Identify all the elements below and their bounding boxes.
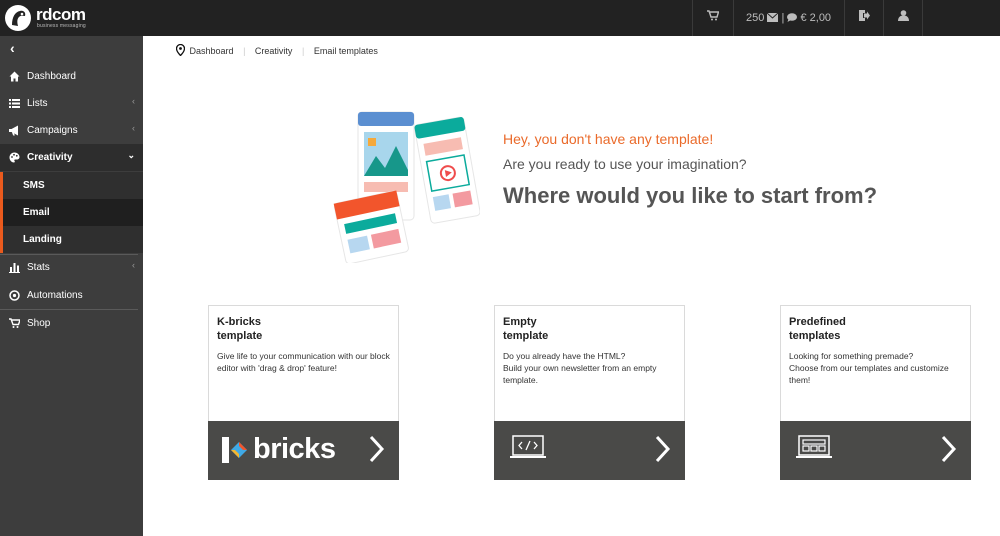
sidebar-item-campaigns[interactable]: Campaigns ‹ xyxy=(0,117,143,144)
sidebar: ‹ Dashboard Lists ‹ Campaigns ‹ Creativi… xyxy=(0,36,143,536)
topbar-divider xyxy=(883,0,884,36)
palette-icon xyxy=(9,152,20,163)
card-description-line: Build your own newsletter from an empty … xyxy=(503,363,657,385)
kbricks-card-footer[interactable]: bricks xyxy=(208,421,399,480)
card-description-line: Looking for something premade? xyxy=(789,351,914,361)
sidebar-item-label: Creativity xyxy=(27,152,73,163)
card-description: Looking for something premade? Choose fr… xyxy=(789,350,967,386)
chevron-right-icon xyxy=(655,435,671,463)
app-logo[interactable]: rdcom business messaging xyxy=(4,3,94,33)
chevron-left-icon: ‹ xyxy=(132,96,135,106)
sidebar-subitem-label: Landing xyxy=(23,234,62,245)
chevron-right-icon xyxy=(369,435,385,463)
sidebar-item-label: Shop xyxy=(27,318,51,329)
kbricks-logo-icon xyxy=(222,437,247,463)
chevron-left-icon: ‹ xyxy=(10,40,15,56)
logout-icon[interactable] xyxy=(859,10,870,24)
card-title-line: K-bricks xyxy=(217,316,262,328)
bar-chart-icon xyxy=(9,263,20,273)
sidebar-item-automations[interactable]: Automations xyxy=(0,282,143,309)
sidebar-item-stats[interactable]: Stats ‹ xyxy=(0,254,143,281)
topbar-divider xyxy=(922,0,923,36)
breadcrumb: Dashboard | Creativity | Email templates xyxy=(176,44,378,56)
envelope-icon xyxy=(767,12,779,22)
breadcrumb-dashboard[interactable]: Dashboard xyxy=(190,46,234,56)
sidebar-subitem-sms[interactable]: SMS xyxy=(0,172,143,199)
card-title: Predefined templates xyxy=(789,315,959,343)
cart-icon[interactable] xyxy=(707,10,720,24)
sidebar-subitem-label: SMS xyxy=(23,180,45,191)
card-description: Do you already have the HTML? Build your… xyxy=(503,350,681,386)
automation-icon xyxy=(9,290,20,301)
map-pin-icon xyxy=(176,44,185,56)
predefined-card-footer[interactable] xyxy=(780,421,971,480)
breadcrumb-email-templates: Email templates xyxy=(313,46,378,56)
predefined-templates-card[interactable]: Predefined templates Looking for somethi… xyxy=(780,305,971,480)
empty-card-footer[interactable] xyxy=(494,421,685,480)
sidebar-subitem-email[interactable]: Email xyxy=(0,199,143,226)
chevron-down-icon: ⌄ xyxy=(127,150,135,160)
card-title: K-bricks template xyxy=(217,315,387,343)
balance-value: € 2,00 xyxy=(800,12,832,24)
code-laptop-icon xyxy=(510,435,546,458)
layout-laptop-icon xyxy=(796,435,832,458)
sidebar-subitem-label: Email xyxy=(23,207,50,218)
breadcrumb-creativity[interactable]: Creativity xyxy=(255,46,293,56)
card-title-line: Predefined xyxy=(789,316,846,328)
hero-headline: Hey, you don't have any template! xyxy=(503,131,714,147)
cart-icon xyxy=(9,318,20,328)
list-icon xyxy=(9,99,20,108)
credits-divider: | xyxy=(781,12,785,24)
empty-template-card[interactable]: Empty template Do you already have the H… xyxy=(494,305,685,480)
chevron-right-icon xyxy=(941,435,957,463)
chat-bubble-icon xyxy=(787,13,798,22)
logo-mark-icon xyxy=(5,5,31,31)
sidebar-collapse-button[interactable]: ‹ xyxy=(0,36,143,62)
card-title-line: templates xyxy=(789,330,841,342)
sidebar-item-label: Automations xyxy=(27,290,83,301)
chevron-left-icon: ‹ xyxy=(132,123,135,133)
sidebar-item-shop[interactable]: Shop xyxy=(0,310,143,337)
card-title-line: template xyxy=(503,330,549,342)
home-icon xyxy=(9,71,20,82)
top-bar: rdcom business messaging 250 | € 2,00 xyxy=(0,0,1000,36)
user-icon[interactable] xyxy=(898,10,909,24)
card-title-line: Empty xyxy=(503,316,537,328)
card-title-line: template xyxy=(217,330,263,342)
card-description-line: Choose from our templates and customize … xyxy=(789,363,949,385)
credits-count: 250 xyxy=(746,12,765,24)
sidebar-subitem-landing[interactable]: Landing xyxy=(0,226,143,253)
topbar-divider xyxy=(733,0,734,36)
card-description: Give life to your communication with our… xyxy=(217,351,390,373)
sidebar-item-dashboard[interactable]: Dashboard xyxy=(0,63,143,90)
hero-question: Where would you like to start from? xyxy=(503,183,878,208)
hero-subheadline: Are you ready to use your imagination? xyxy=(503,156,747,172)
kbricks-template-card[interactable]: K-bricks template Give life to your comm… xyxy=(208,305,399,480)
templates-illustration xyxy=(333,111,480,263)
sidebar-item-lists[interactable]: Lists ‹ xyxy=(0,90,143,117)
logo-subtitle: business messaging xyxy=(37,23,86,29)
credits-display[interactable]: 250 | € 2,00 xyxy=(746,12,831,24)
chevron-left-icon: ‹ xyxy=(132,260,135,270)
breadcrumb-separator: | xyxy=(243,46,246,56)
card-title: Empty template xyxy=(503,315,673,343)
card-description-line: Do you already have the HTML? xyxy=(503,351,626,361)
sidebar-item-label: Dashboard xyxy=(27,71,76,82)
megaphone-icon xyxy=(9,125,18,136)
kbricks-logo-text: bricks xyxy=(253,433,336,465)
sidebar-item-label: Lists xyxy=(27,98,48,109)
logo-text: rdcom xyxy=(36,5,86,24)
sidebar-item-label: Campaigns xyxy=(27,125,78,136)
topbar-divider xyxy=(692,0,693,36)
sidebar-item-creativity[interactable]: Creativity ⌄ xyxy=(0,144,143,171)
breadcrumb-separator: | xyxy=(301,46,305,56)
topbar-divider xyxy=(844,0,845,36)
sidebar-item-label: Stats xyxy=(27,262,50,273)
